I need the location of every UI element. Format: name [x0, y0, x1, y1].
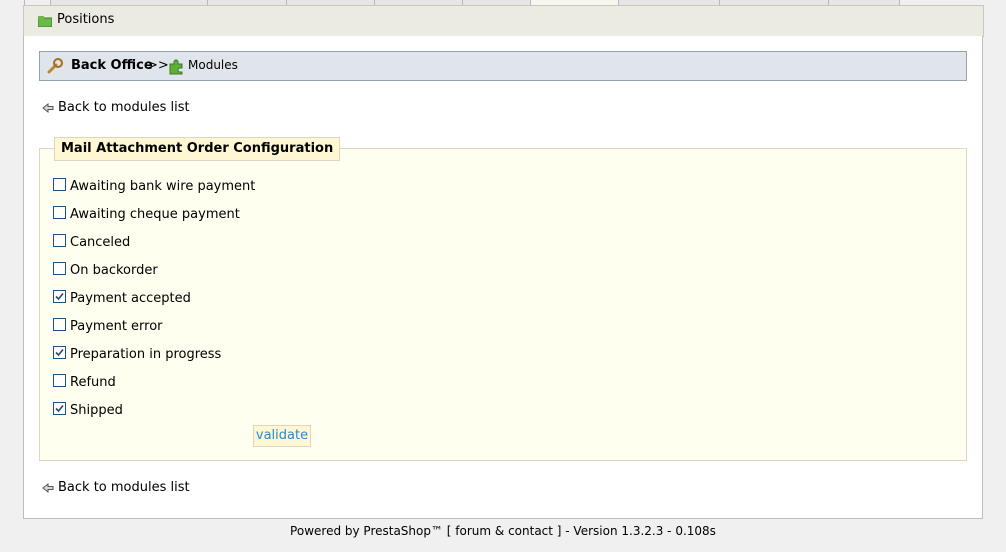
breadcrumb-back-office[interactable]: Back Office — [71, 58, 153, 73]
footer: Powered by PrestaShop™ [ forum & contact… — [290, 524, 716, 538]
back-arrow-icon — [42, 102, 54, 113]
submenu-bar: Positions — [23, 5, 984, 37]
back-arrow-icon — [42, 482, 54, 493]
fieldset-legend: Mail Attachment Order Configuration — [54, 137, 341, 161]
checkmark-icon — [55, 348, 64, 357]
back-to-modules-link[interactable]: Back to modules list — [42, 100, 190, 115]
option-label: Preparation in progress — [70, 347, 222, 362]
option-awaiting-cheque[interactable]: Awaiting cheque payment — [53, 206, 240, 223]
checkbox[interactable] — [53, 262, 66, 275]
option-preparation-in-progress[interactable]: Preparation in progress — [53, 346, 222, 363]
checkbox-checked[interactable] — [53, 290, 66, 303]
option-payment-error[interactable]: Payment error — [53, 318, 163, 335]
breadcrumb: Back Office >> Modules — [39, 51, 967, 81]
option-label: Payment error — [70, 319, 163, 334]
option-label: Payment accepted — [70, 291, 191, 306]
option-canceled[interactable]: Canceled — [53, 234, 131, 251]
checkbox[interactable] — [53, 318, 66, 331]
breadcrumb-modules[interactable]: Modules — [188, 58, 238, 72]
option-awaiting-bank-wire[interactable]: Awaiting bank wire payment — [53, 178, 256, 195]
option-shipped[interactable]: Shipped — [53, 402, 123, 419]
option-refund[interactable]: Refund — [53, 374, 116, 391]
breadcrumb-separator: >> — [147, 58, 169, 73]
checkbox-checked[interactable] — [53, 402, 66, 415]
option-label: On backorder — [70, 263, 158, 278]
option-label: Shipped — [70, 403, 123, 418]
puzzle-icon — [169, 59, 183, 75]
option-on-backorder[interactable]: On backorder — [53, 262, 158, 279]
checkmark-icon — [55, 404, 64, 413]
option-label: Awaiting cheque payment — [70, 207, 240, 222]
submenu-item-positions[interactable]: Positions — [57, 12, 114, 27]
back-link-text: Back to modules list — [58, 480, 190, 495]
validate-button[interactable]: validate — [253, 425, 311, 447]
checkbox-checked[interactable] — [53, 346, 66, 359]
checkbox[interactable] — [53, 234, 66, 247]
checkmark-icon — [55, 292, 64, 301]
checkbox[interactable] — [53, 178, 66, 191]
back-to-modules-link-bottom[interactable]: Back to modules list — [42, 480, 190, 495]
main-content: Back Office >> Modules Back to modules l… — [23, 36, 983, 519]
option-label: Refund — [70, 375, 116, 390]
wrench-icon — [47, 58, 63, 74]
option-label: Awaiting bank wire payment — [70, 179, 256, 194]
back-link-text: Back to modules list — [58, 100, 190, 115]
option-payment-accepted[interactable]: Payment accepted — [53, 290, 191, 307]
checkbox[interactable] — [53, 206, 66, 219]
folder-icon — [38, 16, 52, 27]
checkbox[interactable] — [53, 374, 66, 387]
option-label: Canceled — [70, 235, 131, 250]
